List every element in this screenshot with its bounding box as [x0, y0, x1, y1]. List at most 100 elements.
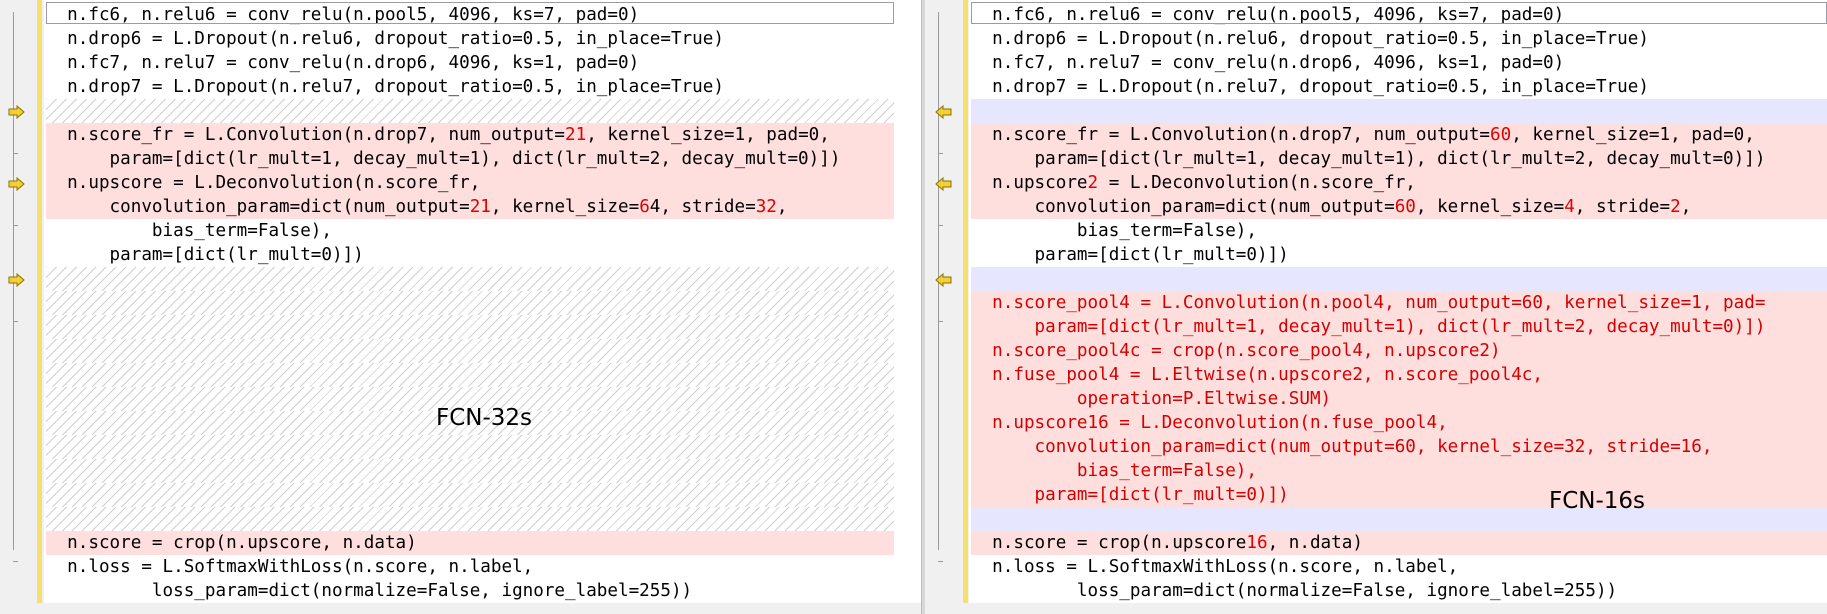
code-line: bias_term=False), [971, 459, 1827, 483]
code-line [46, 267, 894, 291]
code-token: , kernel_size=1, pad=0, [1511, 125, 1755, 145]
code-token: n.score_pool4 = L.Convolution(n.pool4, n… [971, 293, 1766, 313]
left-change-strip [37, 0, 42, 603]
arrow-left-icon[interactable] [935, 104, 953, 120]
right-label: FCN-16s [1549, 488, 1646, 514]
code-token: , n.data) [1267, 533, 1363, 553]
code-line: param=[dict(lr_mult=0)]) [46, 243, 894, 267]
current-line-frame [46, 2, 894, 24]
code-token: loss_param=dict(normalize=False, ignore_… [971, 581, 1618, 601]
code-line: n.loss = L.SoftmaxWithLoss(n.score, n.la… [46, 555, 894, 579]
gutter-tick [13, 321, 18, 322]
code-token: 21 [469, 197, 491, 217]
code-token: 60 [1490, 125, 1512, 145]
code-token: = L.Deconvolution(n.score_fr, [1098, 173, 1416, 193]
code-token: 32 [755, 197, 777, 217]
code-token: 2 [1087, 173, 1099, 193]
code-line: n.score = crop(n.upscore, n.data) [46, 531, 894, 555]
code-token: , [776, 197, 788, 217]
code-line: n.upscore2 = L.Deconvolution(n.score_fr, [971, 171, 1827, 195]
code-line: n.drop7 = L.Dropout(n.relu7, dropout_rat… [46, 75, 894, 99]
code-line: n.fc7, n.relu7 = conv_relu(n.drop6, 4096… [971, 51, 1827, 75]
code-token: loss_param=dict(normalize=False, ignore_… [46, 581, 693, 601]
right-diff-pane[interactable]: n.fc6, n.relu6 = conv_relu(n.pool5, 4096… [925, 0, 1827, 614]
code-token: n.drop7 = L.Dropout(n.relu7, dropout_rat… [971, 77, 1649, 97]
code-token: , kernel_size= [1415, 197, 1565, 217]
code-line: n.upscore = L.Deconvolution(n.score_fr, [46, 171, 894, 195]
code-token: 60 [1394, 197, 1416, 217]
code-token: n.upscore16 = L.Deconvolution(n.fuse_poo… [971, 413, 1448, 433]
code-line: n.fc7, n.relu7 = conv_relu(n.drop6, 4096… [46, 51, 894, 75]
code-line [46, 507, 894, 531]
code-line: convolution_param=dict(num_output=60, ke… [971, 195, 1827, 219]
code-token: bias_term=False), [46, 221, 332, 241]
code-token: param=[dict(lr_mult=0)]) [46, 245, 364, 265]
code-line: n.upscore16 = L.Deconvolution(n.fuse_poo… [971, 411, 1827, 435]
code-token: bias_term=False), [971, 221, 1257, 241]
code-line: n.drop6 = L.Dropout(n.relu6, dropout_rat… [971, 27, 1827, 51]
code-line [46, 339, 894, 363]
code-token: , stride= [1574, 197, 1671, 217]
code-line: loss_param=dict(normalize=False, ignore_… [46, 579, 894, 603]
left-horizontal-scrollbar[interactable] [0, 603, 921, 614]
code-token: n.drop7 = L.Dropout(n.relu7, dropout_rat… [46, 77, 724, 97]
code-line: bias_term=False), [971, 219, 1827, 243]
code-token: param=[dict(lr_mult=0)]) [971, 485, 1289, 505]
code-token: , [1680, 197, 1692, 217]
code-line: operation=P.Eltwise.SUM) [971, 387, 1827, 411]
code-line: bias_term=False), [46, 219, 894, 243]
right-change-strip [963, 0, 968, 603]
code-token: 4 [1564, 197, 1575, 217]
gutter-tick [13, 561, 18, 562]
code-line: n.score_fr = L.Convolution(n.drop7, num_… [46, 123, 894, 147]
code-token: n.score = crop(n.upscore, n.data) [46, 533, 417, 553]
code-token: n.drop6 = L.Dropout(n.relu6, dropout_rat… [46, 29, 724, 49]
code-line: param=[dict(lr_mult=0)]) [971, 243, 1827, 267]
code-token: , kernel_size=1, pad=0, [586, 125, 830, 145]
code-token: convolution_param=dict(num_output= [971, 197, 1395, 217]
code-token: param=[dict(lr_mult=1, decay_mult=1), di… [971, 317, 1766, 337]
code-token: n.upscore [971, 173, 1088, 193]
current-line-frame [971, 2, 1827, 24]
code-line [46, 291, 894, 315]
gutter-tick [938, 153, 943, 154]
code-line: n.fuse_pool4 = L.Eltwise(n.upscore2, n.s… [971, 363, 1827, 387]
code-token: n.fc7, n.relu7 = conv_relu(n.drop6, 4096… [971, 53, 1565, 73]
code-line [971, 267, 1827, 291]
code-line: n.drop7 = L.Dropout(n.relu7, dropout_rat… [971, 75, 1827, 99]
arrow-right-icon[interactable] [8, 104, 26, 120]
code-line: param=[dict(lr_mult=0)]) [971, 483, 1827, 507]
code-line: n.loss = L.SoftmaxWithLoss(n.score, n.la… [971, 555, 1827, 579]
code-token: convolution_param=dict(num_output= [46, 197, 470, 217]
code-token: 4, stride= [649, 197, 756, 217]
code-line: n.score_fr = L.Convolution(n.drop7, num_… [971, 123, 1827, 147]
code-line: n.score = crop(n.upscore16, n.data) [971, 531, 1827, 555]
gutter-tick [13, 225, 18, 226]
code-line: param=[dict(lr_mult=1, decay_mult=1), di… [971, 147, 1827, 171]
gutter-tick [13, 153, 18, 154]
code-line: n.drop6 = L.Dropout(n.relu6, dropout_rat… [46, 27, 894, 51]
code-token: n.upscore = L.Deconvolution(n.score_fr, [46, 173, 481, 193]
code-line: n.score_pool4c = crop(n.score_pool4, n.u… [971, 339, 1827, 363]
code-line: param=[dict(lr_mult=1, decay_mult=1), di… [971, 315, 1827, 339]
code-token: param=[dict(lr_mult=1, decay_mult=1), di… [46, 149, 841, 169]
code-token: n.drop6 = L.Dropout(n.relu6, dropout_rat… [971, 29, 1649, 49]
arrow-right-icon[interactable] [8, 272, 26, 288]
gutter-tick [938, 321, 943, 322]
code-token: 2 [1670, 197, 1681, 217]
code-line: param=[dict(lr_mult=1, decay_mult=1), di… [46, 147, 894, 171]
arrow-left-icon[interactable] [935, 272, 953, 288]
left-label: FCN-32s [436, 405, 533, 431]
right-horizontal-scrollbar[interactable] [925, 603, 1827, 614]
arrow-left-icon[interactable] [935, 176, 953, 192]
gutter-tick [938, 561, 943, 562]
code-token: n.score_fr = L.Convolution(n.drop7, num_… [971, 125, 1491, 145]
code-line [46, 483, 894, 507]
code-token: n.score_pool4c = crop(n.score_pool4, n.u… [971, 341, 1501, 361]
gutter-tick [938, 225, 943, 226]
arrow-right-icon[interactable] [8, 176, 26, 192]
code-line [46, 363, 894, 387]
code-token: n.score = crop(n.upscore [971, 533, 1247, 553]
left-diff-pane[interactable]: n.fc6, n.relu6 = conv_relu(n.pool5, 4096… [0, 0, 921, 614]
code-token: n.fuse_pool4 = L.Eltwise(n.upscore2, n.s… [971, 365, 1543, 385]
